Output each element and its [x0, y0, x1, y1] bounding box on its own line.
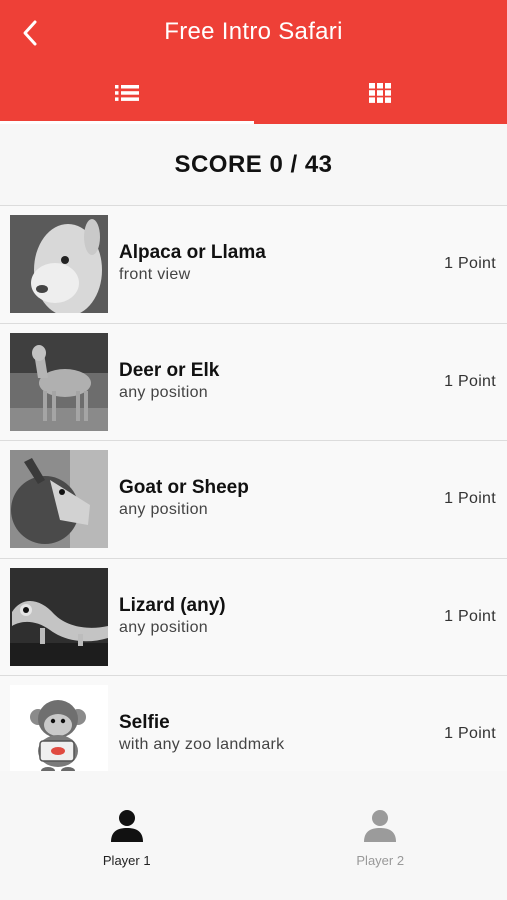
item-subtitle: any position	[119, 618, 208, 636]
item-text: Alpaca or Llama front view	[119, 242, 266, 284]
alpaca-photo	[10, 215, 108, 313]
item-text: Selfie with any zoo landmark	[119, 712, 285, 754]
player-1-tab[interactable]: Player 1	[0, 771, 254, 900]
list-item[interactable]: Alpaca or Llama front view 1 Point	[0, 206, 507, 324]
player-2-label: Player 2	[356, 853, 405, 868]
deer-photo	[10, 332, 108, 431]
app-header: Free Intro Safari	[0, 0, 507, 124]
item-title: Alpaca or Llama	[119, 242, 266, 263]
list-icon	[114, 85, 139, 101]
challenge-list: Alpaca or Llama front view 1 Point Deer …	[0, 206, 507, 794]
tab-grid-view[interactable]	[254, 64, 507, 124]
item-points: 1 Point	[444, 607, 496, 625]
item-text: Lizard (any) any position	[119, 595, 226, 637]
item-text: Deer or Elk any position	[119, 360, 219, 402]
grid-icon	[369, 83, 392, 103]
player-2-tab[interactable]: Player 2	[254, 771, 507, 900]
item-subtitle: with any zoo landmark	[119, 736, 285, 753]
person-icon	[364, 810, 397, 842]
page-title: Free Intro Safari	[164, 18, 343, 45]
view-tabs	[0, 64, 507, 124]
item-subtitle: any position	[119, 383, 208, 401]
item-points: 1 Point	[444, 490, 496, 507]
player-1-label: Player 1	[102, 853, 151, 868]
item-title: Selfie	[119, 712, 170, 733]
person-icon	[110, 810, 143, 842]
item-text: Goat or Sheep any position	[119, 477, 249, 519]
item-points: 1 Point	[444, 725, 496, 742]
item-points: 1 Point	[444, 255, 496, 272]
item-points: 1 Point	[444, 372, 496, 390]
list-item[interactable]: Lizard (any) any position 1 Point	[0, 558, 507, 676]
item-title: Lizard (any)	[119, 594, 226, 616]
list-item[interactable]: Goat or Sheep any position 1 Point	[0, 441, 507, 559]
goat-photo	[10, 450, 108, 548]
monkey-mascot-illustration	[10, 685, 108, 783]
item-subtitle: any position	[119, 501, 208, 518]
item-title: Goat or Sheep	[119, 477, 249, 498]
tab-list-view[interactable]	[0, 64, 254, 124]
lizard-photo	[10, 567, 108, 666]
item-title: Deer or Elk	[119, 359, 220, 381]
score-text: SCORE 0 / 43	[174, 150, 333, 178]
item-subtitle: front view	[119, 266, 191, 283]
score-bar: SCORE 0 / 43	[0, 124, 507, 206]
player-tab-bar: Player 1 Player 2	[0, 771, 507, 900]
list-item[interactable]: Deer or Elk any position 1 Point	[0, 323, 507, 441]
